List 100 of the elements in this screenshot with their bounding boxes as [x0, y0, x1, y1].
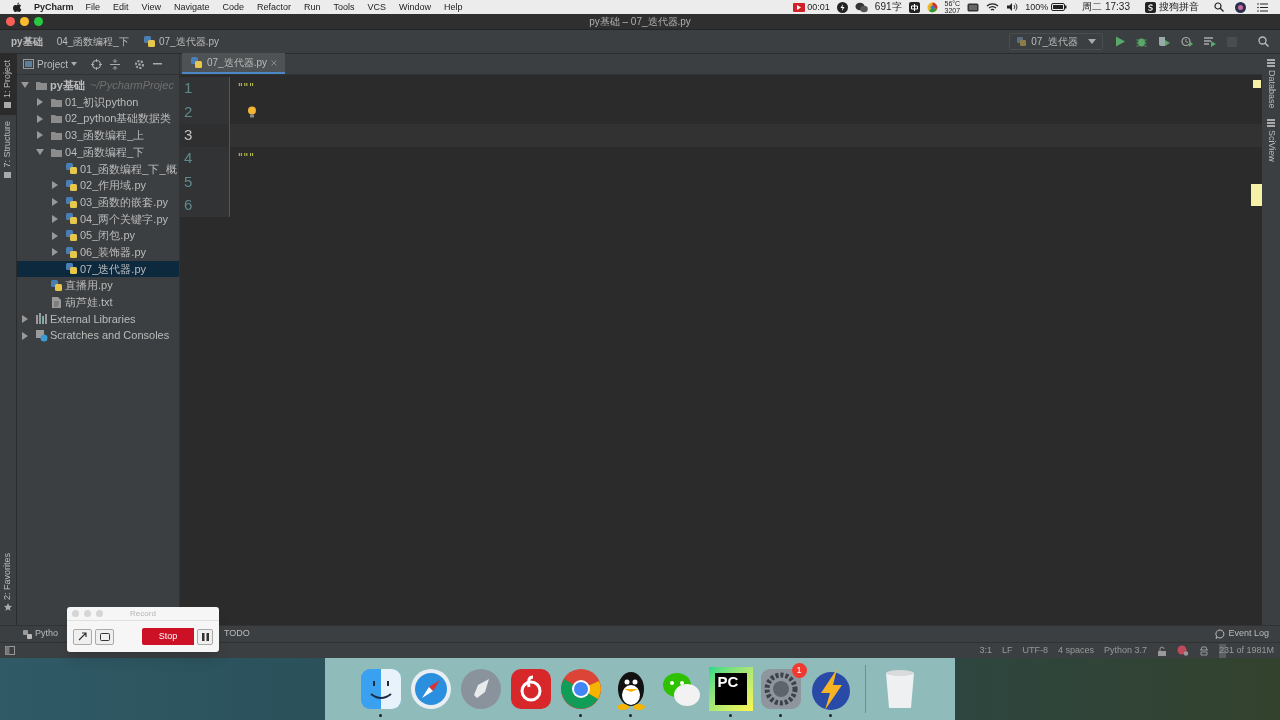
input-method-name[interactable]: 搜狗拼音 — [1159, 1, 1199, 13]
tree-item[interactable]: 05_闭包.py — [17, 227, 179, 244]
chat-bubbles-icon[interactable] — [854, 1, 868, 13]
shield-run-icon[interactable] — [1158, 36, 1170, 47]
event-log-tab[interactable]: Event Log — [1215, 627, 1269, 641]
tree-item[interactable]: 03_函数编程_上 — [17, 127, 179, 144]
clock-run-icon[interactable] — [1181, 36, 1193, 47]
menu-item[interactable]: Tools — [333, 1, 355, 13]
code-text: """ — [237, 80, 254, 97]
app-menu[interactable]: PyCharm — [34, 1, 74, 13]
tool-window-tab[interactable]: Database — [1264, 54, 1278, 114]
status-item[interactable]: LF — [1001, 643, 1013, 658]
stop-button[interactable]: Stop — [142, 628, 194, 645]
window-title: py基础 – 07_迭代器.py — [589, 14, 691, 29]
tree-item[interactable]: 01_初识python — [17, 93, 179, 111]
breadcrumb[interactable]: 07_迭代器.py — [158, 34, 219, 49]
finder-face-icon[interactable] — [358, 667, 403, 711]
battery-percentage[interactable]: 100% — [1025, 1, 1049, 13]
status-item[interactable]: 4 spaces — [1057, 643, 1094, 658]
compass-icon[interactable] — [408, 667, 453, 711]
tree-item[interactable]: 04_两个关键字.py — [17, 210, 179, 228]
breadcrumb[interactable]: 04_函数编程_下 — [56, 34, 129, 49]
warning-marker — [1251, 184, 1262, 206]
tree-item[interactable]: 06_装饰器.py — [17, 243, 179, 261]
breadcrumb[interactable]: py基础 — [11, 34, 43, 49]
text-file-icon — [50, 295, 63, 309]
word-count[interactable]: 691字 — [874, 1, 902, 13]
list-icon — [1267, 118, 1275, 127]
rocket-icon[interactable] — [458, 667, 503, 711]
tree-item[interactable]: 02_作用域.py — [17, 177, 179, 194]
bolt-icon[interactable] — [836, 1, 848, 13]
run-icon[interactable] — [1115, 36, 1125, 47]
tool-window-tab[interactable]: SciView — [1264, 113, 1278, 167]
menu-item[interactable]: Window — [399, 1, 432, 13]
input-method-icon[interactable] — [1145, 1, 1156, 13]
window-icon — [23, 59, 34, 69]
notification-list-icon[interactable] — [1257, 2, 1268, 12]
grid-icon[interactable] — [908, 1, 920, 13]
arrow-tool-button[interactable] — [73, 628, 92, 645]
close-window-button[interactable] — [6, 17, 15, 26]
menu-item[interactable]: View — [141, 1, 161, 13]
python-file-icon — [1016, 36, 1028, 47]
display-icon[interactable] — [967, 2, 980, 12]
pycharm-app-icon[interactable]: PC — [708, 667, 753, 711]
tool-window-tab[interactable]: Pytho — [23, 627, 58, 641]
tool-window-tab[interactable]: TODO — [224, 627, 250, 641]
pause-button[interactable] — [197, 628, 213, 645]
tree-item[interactable]: 02_python基础数据类 — [17, 110, 179, 128]
tool-window-tab[interactable]: 2: Favorites — [0, 546, 17, 617]
tree-item[interactable]: 07_迭代器.py — [17, 260, 179, 278]
settings-icon[interactable] — [134, 58, 146, 70]
gear-icon[interactable] — [758, 667, 803, 711]
battery-icon[interactable] — [1051, 3, 1068, 11]
menu-item[interactable]: VCS — [367, 1, 386, 13]
minimize-icon[interactable] — [153, 63, 163, 65]
status-item[interactable]: UTF-8 — [1022, 643, 1048, 658]
music-note-icon[interactable] — [508, 667, 553, 711]
menu-item[interactable]: Run — [303, 1, 321, 13]
menu-item[interactable]: File — [85, 1, 101, 13]
tree-item[interactable]: 01_函数编程_下_概 — [17, 160, 179, 178]
wifi-icon[interactable] — [986, 2, 1000, 12]
tree-item[interactable]: External Libraries — [17, 310, 179, 328]
volume-icon[interactable] — [1006, 2, 1019, 12]
rectangle-tool-button[interactable] — [95, 628, 114, 645]
list-run-icon[interactable] — [1204, 36, 1216, 47]
menu-item[interactable]: Code — [222, 1, 244, 13]
tree-item[interactable]: Scratches and Consoles — [17, 327, 179, 344]
tool-window-tab[interactable]: 7: Structure — [0, 115, 17, 185]
run-configuration-dropdown[interactable]: 07_迭代器 — [1009, 33, 1103, 50]
memory-indicator[interactable]: 231 of 1981M — [1219, 643, 1277, 658]
tree-item[interactable]: 03_函数的嵌套.py — [17, 193, 179, 211]
project-view-dropdown[interactable]: Project — [23, 56, 78, 72]
bug-icon[interactable] — [1136, 36, 1147, 47]
tree-item[interactable]: 04_函数编程_下 — [17, 143, 179, 161]
tree-item[interactable]: 直播用.py — [17, 277, 179, 294]
browser-icon[interactable] — [558, 667, 603, 711]
search-icon[interactable] — [1214, 2, 1224, 12]
menu-item[interactable]: Refactor — [256, 1, 291, 13]
zoom-window-button[interactable] — [34, 17, 43, 26]
lightbulb-icon[interactable] — [247, 105, 257, 118]
editor-tab[interactable]: 07_迭代器.py — [182, 53, 286, 74]
record-icon[interactable] — [793, 2, 806, 12]
collapse-icon[interactable] — [110, 58, 121, 70]
siri-icon[interactable] — [1235, 1, 1246, 13]
crosshair-icon[interactable] — [91, 58, 103, 70]
status-item[interactable]: 3:1 — [979, 643, 992, 658]
status-item[interactable]: Python 3.7 — [1103, 643, 1147, 658]
tree-item[interactable]: 葫芦娃.txt — [17, 293, 179, 311]
inspector-icon[interactable] — [1177, 645, 1189, 656]
apple-logo-icon[interactable] — [12, 1, 22, 13]
padlock-icon[interactable] — [1157, 645, 1167, 656]
panel-toggle-icon[interactable] — [5, 646, 15, 655]
menu-item[interactable]: Help — [444, 1, 463, 13]
panel-icon — [4, 101, 12, 110]
menu-item[interactable]: Edit — [113, 1, 129, 13]
color-wheel-icon[interactable] — [926, 1, 938, 13]
clock[interactable]: 周二 17:33 — [1082, 1, 1130, 13]
tool-window-tab[interactable]: 1: Project — [0, 54, 17, 116]
menu-item[interactable]: Navigate — [173, 1, 210, 13]
minimize-window-button[interactable] — [20, 17, 29, 26]
